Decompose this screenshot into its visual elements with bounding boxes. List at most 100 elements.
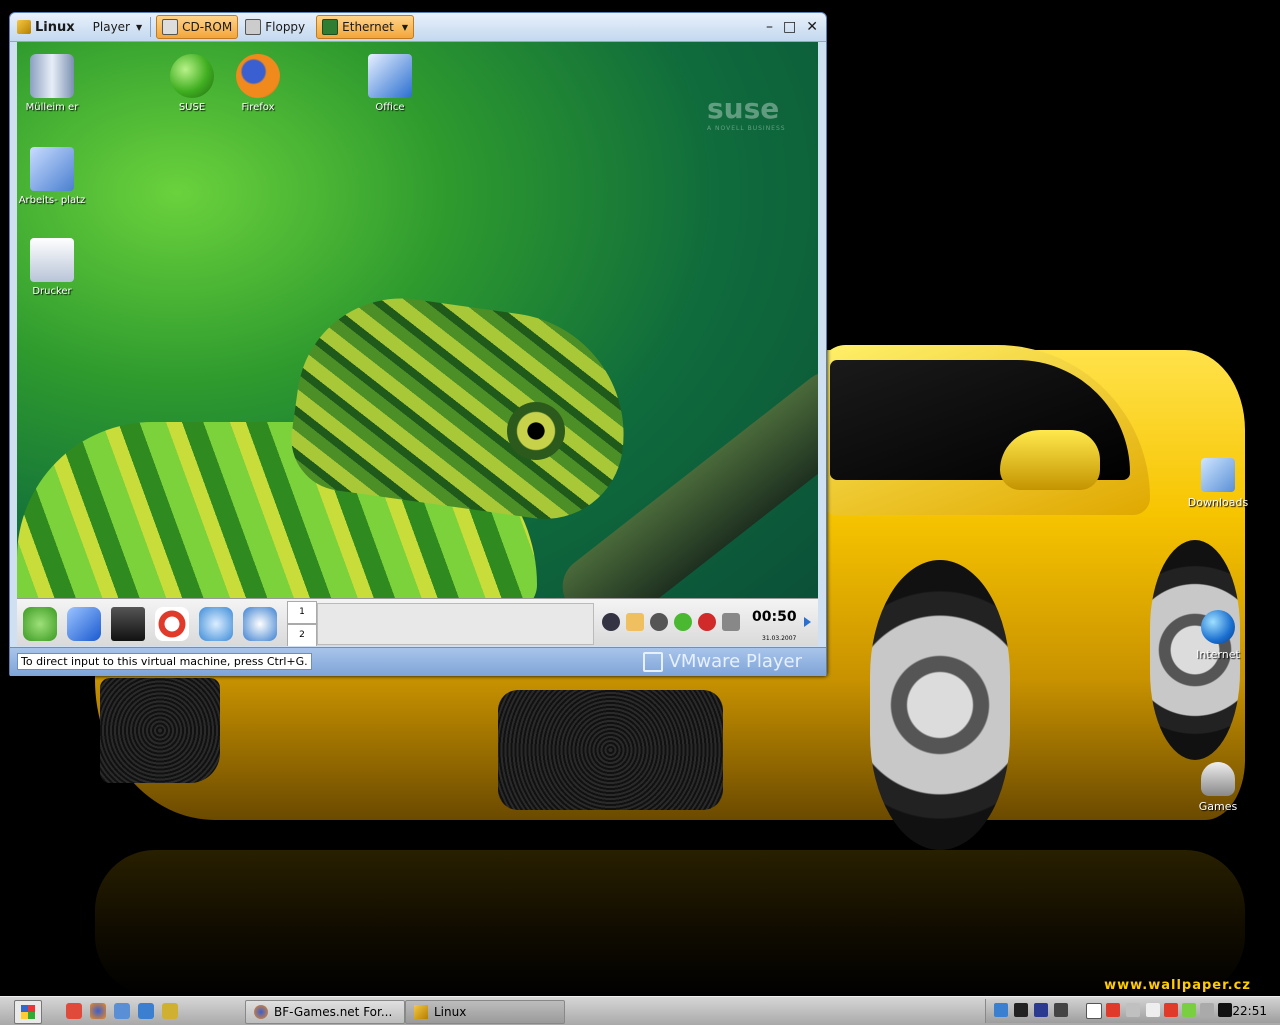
floppy-icon [245,19,262,35]
maximize-button[interactable]: □ [783,19,796,35]
home-folder-icon[interactable] [67,607,101,641]
guest-icon-printer[interactable]: Drucker [17,238,87,297]
guest-icon-computer[interactable]: Arbeits- platz [17,147,87,206]
vm-titlebar[interactable]: Linux Player ▼ CD-ROM Floppy Ethernet ▼ … [10,13,826,42]
office-icon [368,54,412,98]
desktop-icon-internet[interactable]: Internet [1173,610,1263,661]
guest-taskbar[interactable] [317,603,594,645]
guest-icon-label: Mülleim er [25,102,79,113]
vm-title: Linux [12,16,80,38]
network-card-icon [322,19,339,35]
help-icon[interactable] [155,607,189,641]
windows-logo-icon [21,1005,35,1019]
start-button[interactable] [14,1000,42,1024]
suse-watermark-logo: suse A NOVELL BUSINESS [707,92,786,132]
wallpaper-car-grille-left [100,678,220,783]
window-controls: – □ ✕ [766,19,826,35]
tray-kde-icon[interactable] [650,613,668,631]
joystick-icon [1201,762,1235,796]
quicklaunch-winamp-icon[interactable] [162,1003,178,1019]
tray-network-manager-icon[interactable] [722,613,740,631]
guest-icon-suse[interactable]: SUSE [157,54,227,113]
guest-icon-firefox[interactable]: Firefox [223,54,293,113]
kontact-icon[interactable] [243,607,277,641]
guest-icon-label: Office [375,102,405,113]
host-taskbar: BF-Games.net For... Linux 22:51 [0,996,1280,1025]
vm-guest-screen[interactable]: suse A NOVELL BUSINESS Mülleim er SUSE F… [17,42,818,646]
guest-clock[interactable]: 00:50 [752,609,797,625]
tray-keyboard-icon[interactable] [1218,1003,1232,1017]
guest-date: 31.03.2007 [762,635,797,642]
tray-klipper-icon[interactable] [626,613,644,631]
quicklaunch-messenger-icon[interactable] [138,1003,154,1019]
tray-antivirus-icon[interactable] [1164,1003,1178,1017]
guest-icon-label: Drucker [32,286,72,297]
konqueror-icon[interactable] [199,607,233,641]
firefox-icon [236,54,280,98]
wallpaper-car-mirror [1000,430,1100,490]
wallpaper-watermark: www.wallpaper.cz [1104,978,1251,993]
quicklaunch-firefox-icon[interactable] [90,1003,106,1019]
chevron-down-icon: ▼ [135,22,143,32]
close-button[interactable]: ✕ [806,19,818,35]
cdrom-device-button[interactable]: CD-ROM [156,15,239,39]
tray-calendar-icon[interactable] [1146,1003,1160,1017]
vmware-player-window[interactable]: Linux Player ▼ CD-ROM Floppy Ethernet ▼ … [9,12,827,676]
pager-desktop-2[interactable]: 2 [287,624,317,646]
wallpaper-chameleon-eye [507,402,565,460]
floppy-device-button[interactable]: Floppy [240,16,310,38]
printer-icon [30,238,74,282]
terminal-icon[interactable] [111,607,145,641]
wallpaper-car-front-wheel [870,560,1010,850]
vmware-icon [414,1005,428,1019]
desktop-icon-label: Games [1198,800,1238,813]
tray-updater-icon[interactable] [674,613,692,631]
kde-menu-button[interactable] [23,607,57,641]
status-message: To direct input to this virtual machine,… [17,653,312,670]
vmware-logo-icon [642,651,663,672]
cdrom-icon [162,19,179,35]
desktop-icon-downloads[interactable]: Downloads [1173,458,1263,509]
globe-icon [1201,610,1235,644]
chevron-down-icon: ▼ [401,22,409,32]
guest-kde-panel: 1 2 00:50 31.03.2007 [17,598,818,646]
tray-battery-icon[interactable] [1182,1003,1196,1017]
quicklaunch-opera-icon[interactable] [66,1003,82,1019]
tray-monitor-icon[interactable] [1054,1003,1068,1017]
desktop-icon-games[interactable]: Games [1173,762,1263,813]
trash-icon [30,54,74,98]
tray-steam-icon[interactable] [1014,1003,1028,1017]
toolbar-separator [150,17,152,37]
desktop-icon-label: Internet [1196,648,1240,661]
wallpaper-car-reflection [95,850,1245,996]
tray-app-icon[interactable] [1086,1003,1102,1019]
guest-icon-office[interactable]: Office [355,54,425,113]
suse-icon [170,54,214,98]
guest-icon-label: Arbeits- platz [18,195,86,206]
host-clock[interactable]: 22:51 [1232,1004,1267,1018]
firefox-icon [254,1005,268,1019]
quicklaunch-explorer-icon[interactable] [114,1003,130,1019]
panel-expand-arrow-icon[interactable] [804,617,811,627]
guest-icon-label: Firefox [241,102,275,113]
tray-network-icon[interactable] [602,613,620,631]
vmware-icon [17,20,31,34]
vmware-player-brand: VMware Player [642,651,802,672]
guest-icon-label: SUSE [178,102,206,113]
desktop-icon-label: Downloads [1187,496,1249,509]
tray-counter-icon[interactable] [1126,1003,1140,1017]
pager-desktop-1[interactable]: 1 [287,601,317,624]
tray-temperature-icon[interactable] [1106,1003,1120,1017]
ethernet-device-button[interactable]: Ethernet ▼ [316,15,415,39]
system-tray: 22:51 [985,999,1280,1023]
tray-volume-muted-icon[interactable] [698,613,716,631]
tray-network-icon[interactable] [994,1003,1008,1017]
wallpaper-car-grille-center [498,690,723,810]
task-button-browser[interactable]: BF-Games.net For... [245,1000,405,1024]
tray-volume-icon[interactable] [1200,1003,1214,1017]
task-button-linux-vm[interactable]: Linux [405,1000,565,1024]
minimize-button[interactable]: – [766,19,773,35]
player-menu-button[interactable]: Player ▼ [88,16,148,38]
tray-bluetooth-icon[interactable] [1034,1003,1048,1017]
guest-icon-trash[interactable]: Mülleim er [17,54,87,113]
